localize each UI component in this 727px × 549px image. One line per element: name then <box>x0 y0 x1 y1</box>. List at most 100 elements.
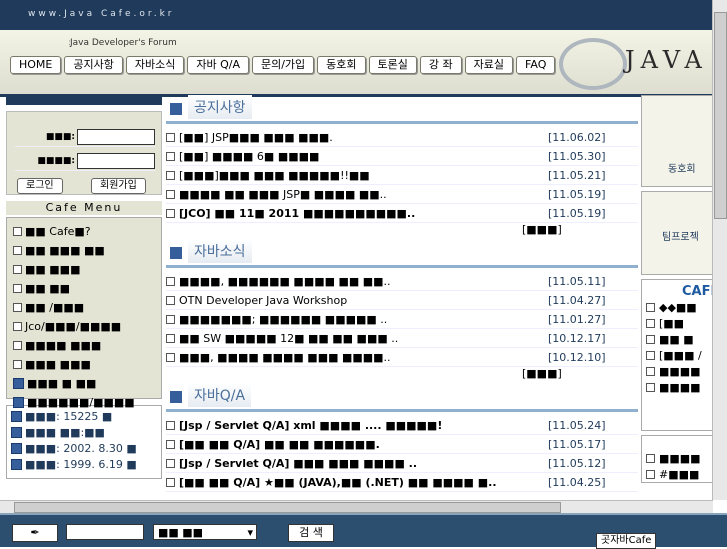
club-link[interactable]: 동호회 <box>668 160 696 175</box>
cafe-menu-title: Cafe Menu <box>6 201 162 215</box>
grid-icon <box>11 410 22 422</box>
nav-discussion[interactable]: 토론실 <box>368 56 417 74</box>
divider <box>166 409 638 412</box>
main-content: 공지사항 [■■] JSP■■■ ■■■ ■■■. [11.06.02] [■■]… <box>166 95 638 500</box>
search-button[interactable]: 검 색 <box>288 524 334 542</box>
section-icon <box>170 391 182 403</box>
bullet-icon <box>166 477 175 487</box>
list-item[interactable]: [■■] ■■■■ 6■ ■■■■ [11.05.30] <box>166 147 638 166</box>
stats-box: ■■■: 15225 ■ ■■■ ■■:■■ ■■■: 2002. 8.30 ■… <box>6 405 162 479</box>
menu-item[interactable]: Jco/■■■/■■■■ <box>13 317 155 336</box>
join-button[interactable]: 회원가입 <box>91 178 146 194</box>
logo-text: JAVA <box>625 46 708 74</box>
top-bar: www.Java Cafe.or.kr <box>0 0 727 30</box>
bullet-icon <box>13 227 22 236</box>
scroll-thumb[interactable] <box>714 12 727 219</box>
forum-title: Java Developer's Forum <box>68 38 177 48</box>
menu-item[interactable]: ■■ Cafe■? <box>13 222 155 241</box>
bullet-icon <box>646 366 655 376</box>
menu-item[interactable]: ■■■ ■■■ <box>13 355 155 374</box>
menu-item[interactable]: ■■ /■■■ <box>13 298 155 317</box>
main-nav: HOME 공지사항 자바소식 자바 Q/A 문의/가입 동호회 토론실 강 좌 … <box>10 56 556 74</box>
list-item[interactable]: ■■ SW ■■■■■ 12■ ■■ ■■ ■■■ .. [10.12.17] <box>166 329 638 348</box>
list-item[interactable]: ■■■■, ■■■■■■ ■■■■ ■■ ■■.. [11.05.11] <box>166 272 638 291</box>
divider <box>166 121 638 124</box>
menu-item[interactable]: ■■■■ ■■■ <box>13 336 155 355</box>
list-item[interactable]: [■■ ■■ Q/A] ■■ ■■ ■■■■■■. [11.05.17] <box>166 435 638 454</box>
nav-java-news[interactable]: 자바소식 <box>125 56 185 74</box>
password-input[interactable] <box>77 153 155 169</box>
more-link[interactable]: [■■■] <box>166 223 638 239</box>
grid-icon <box>11 458 22 470</box>
bullet-icon <box>13 322 22 331</box>
login-button[interactable]: 로그인 <box>17 178 63 194</box>
feather-icon[interactable]: ✒ <box>12 524 58 542</box>
bullet-icon <box>13 303 22 312</box>
nav-notice[interactable]: 공지사항 <box>64 56 123 74</box>
bullet-icon <box>166 458 175 468</box>
search-category-select[interactable]: ■■ ■■ <box>153 524 257 541</box>
list-item[interactable]: [Jsp / Servlet Q/A] ■■■ ■■■ ■■■■ .. [11.0… <box>166 454 638 473</box>
list-item[interactable]: ■■■■■■■; ■■■■■■ ■■■■■ .. [11.01.27] <box>166 310 638 329</box>
bullet-icon <box>646 334 655 344</box>
nav-archive[interactable]: 자료실 <box>464 56 514 74</box>
nav-java-qa[interactable]: 자바 Q/A <box>187 56 249 74</box>
vertical-scrollbar[interactable] <box>712 0 727 500</box>
section-header-qa: 자바Q/A <box>166 383 638 407</box>
nav-faq[interactable]: FAQ <box>516 56 556 74</box>
nav-club[interactable]: 동호회 <box>317 56 366 74</box>
list-item[interactable]: ■■■, ■■■■ ■■■■ ■■■ ■■■■.. [10.12.10] <box>166 348 638 367</box>
horizontal-scrollbar[interactable] <box>0 500 713 513</box>
menu-item[interactable]: ■■ ■■ <box>13 279 155 298</box>
list-item[interactable]: ■■■■ ■■ ■■■ JSP■ ■■■■ ■■.. [11.05.19] <box>166 185 638 204</box>
stat-item: ■■■ ■■:■■ <box>11 424 157 440</box>
bullet-icon <box>13 360 22 369</box>
menu-item[interactable]: ■■ ■■■ <box>13 260 155 279</box>
list-item[interactable]: OTN Developer Java Workshop [11.04.27] <box>166 291 638 310</box>
bullet-icon <box>166 439 175 449</box>
section-icon <box>170 247 182 259</box>
section-header-news: 자바소식 <box>166 239 638 263</box>
stat-item: ■■■: 2002. 8.30 ■ <box>11 440 157 456</box>
stat-item: ■■■: 15225 ■ <box>11 408 157 424</box>
more-link[interactable]: [■■■] <box>166 367 638 383</box>
list-item[interactable]: [JCO] ■■ 11■ 2011 ■■■■■■■■■■.. [11.05.19] <box>166 204 638 223</box>
sidebar-header <box>6 95 162 105</box>
nav-lecture[interactable]: 강 좌 <box>419 56 462 74</box>
list-item[interactable]: [■■■]■■■ ■■■ ■■■■■!!■■ [11.05.21] <box>166 166 638 185</box>
bullet-icon <box>166 151 175 161</box>
cafe-label[interactable]: 곳자바Cafe <box>596 533 657 549</box>
bullet-icon <box>646 453 655 463</box>
section-icon <box>170 103 182 115</box>
bullet-icon <box>13 246 22 255</box>
list-item[interactable]: [■■ ■■ Q/A] ★■■ (JAVA),■■ (.NET) ■■ ■■■■… <box>166 473 638 492</box>
nav-inquiry[interactable]: 문의/가입 <box>251 56 315 74</box>
password-label: ■■■■: <box>37 156 75 166</box>
list-item[interactable]: [■■] JSP■■■ ■■■ ■■■. [11.06.02] <box>166 128 638 147</box>
bullet-icon <box>166 132 175 142</box>
stat-item: ■■■: 1999. 6.19 ■ <box>11 456 157 472</box>
logo-ring-icon <box>559 38 627 90</box>
divider <box>166 265 638 268</box>
menu-item[interactable]: ■■ ■■■ ■■ <box>13 241 155 260</box>
grid-icon <box>11 442 22 454</box>
nav-home[interactable]: HOME <box>10 56 62 74</box>
search-input[interactable] <box>66 524 144 540</box>
bullet-icon <box>166 208 175 218</box>
bullet-icon <box>646 469 655 479</box>
section-header-notice: 공지사항 <box>166 95 638 119</box>
bullet-icon <box>13 284 22 293</box>
bullet-icon <box>646 318 655 328</box>
bullet-icon <box>166 276 175 286</box>
id-input[interactable] <box>77 129 155 145</box>
list-item[interactable]: [Jsp / Servlet Q/A] xml ■■■■ .... ■■■■■!… <box>166 416 638 435</box>
left-sidebar: ■■■: ■■■■: 로그인 회원가입 Cafe Menu ■■ Cafe■? … <box>6 95 162 485</box>
bullet-icon <box>646 382 655 392</box>
id-label: ■■■: <box>45 132 75 142</box>
java-cafe-logo[interactable]: JAVA <box>555 34 727 94</box>
bullet-icon <box>166 170 175 180</box>
team-project-link[interactable]: 팀프로젝 <box>662 228 699 243</box>
bullet-icon <box>166 314 175 324</box>
menu-item[interactable]: ■■■ ■ ■■ <box>13 374 155 393</box>
scroll-thumb[interactable] <box>14 502 561 513</box>
